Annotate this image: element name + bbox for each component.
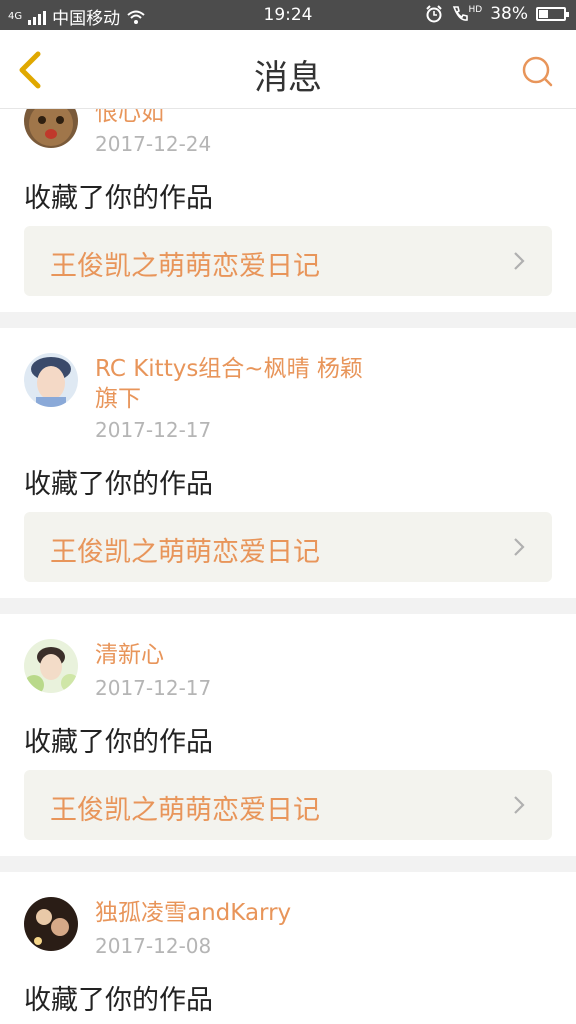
status-bar: 4G 中国移动 19:24 HD 38% [0,0,576,30]
message-date: 2017-12-17 [95,676,212,700]
message-item[interactable]: 独孤凌雪andKarry 2017-12-08 收藏了你的作品 [0,872,576,1024]
avatar[interactable] [24,353,78,407]
separator [0,312,576,328]
avatar[interactable] [24,108,78,148]
phone-icon [452,6,468,21]
action-text: 收藏了你的作品 [24,727,213,758]
action-text: 收藏了你的作品 [24,469,213,500]
app-header: 消息 [0,30,576,109]
work-link[interactable]: 王俊凯之萌萌恋爱日记 [24,512,552,582]
work-link[interactable]: 王俊凯之萌萌恋爱日记 [24,226,552,296]
work-title: 王俊凯之萌萌恋爱日记 [50,537,320,568]
user-name[interactable]: 独孤凌雪andKarry [95,898,395,928]
chevron-right-icon [514,796,525,814]
user-name[interactable]: 清新心 [95,640,395,670]
hd-label: HD [468,5,483,15]
message-list[interactable]: 恨心如 2017-12-24 收藏了你的作品 王俊凯之萌萌恋爱日记 RC Kit… [0,108,576,1024]
battery-fill [539,10,549,18]
separator [0,598,576,614]
status-right: HD 38% [425,4,569,24]
avatar[interactable] [24,639,78,693]
action-text: 收藏了你的作品 [24,985,213,1016]
user-name[interactable]: RC Kittys组合~枫晴 杨颖旗下 [95,354,365,414]
work-link[interactable]: 王俊凯之萌萌恋爱日记 [24,770,552,840]
message-item[interactable]: RC Kittys组合~枫晴 杨颖旗下 2017-12-17 收藏了你的作品 王… [0,328,576,598]
action-text: 收藏了你的作品 [24,183,213,214]
chevron-right-icon [514,252,525,270]
message-item[interactable]: 清新心 2017-12-17 收藏了你的作品 王俊凯之萌萌恋爱日记 [0,614,576,856]
work-title: 王俊凯之萌萌恋爱日记 [50,795,320,826]
user-name[interactable]: 恨心如 [95,108,395,128]
page-title: 消息 [254,58,322,98]
alarm-icon [425,5,442,23]
chevron-right-icon [514,538,525,556]
avatar[interactable] [24,897,78,951]
battery-percent: 38% [490,4,528,24]
message-date: 2017-12-17 [95,418,212,442]
hd-call-indicator: HD [451,5,483,23]
battery-icon [536,7,569,21]
work-title: 王俊凯之萌萌恋爱日记 [50,251,320,282]
search-icon[interactable] [518,52,558,92]
message-date: 2017-12-24 [95,132,212,156]
separator [0,856,576,872]
message-date: 2017-12-08 [95,934,212,958]
message-item[interactable]: 恨心如 2017-12-24 收藏了你的作品 王俊凯之萌萌恋爱日记 [0,108,576,312]
